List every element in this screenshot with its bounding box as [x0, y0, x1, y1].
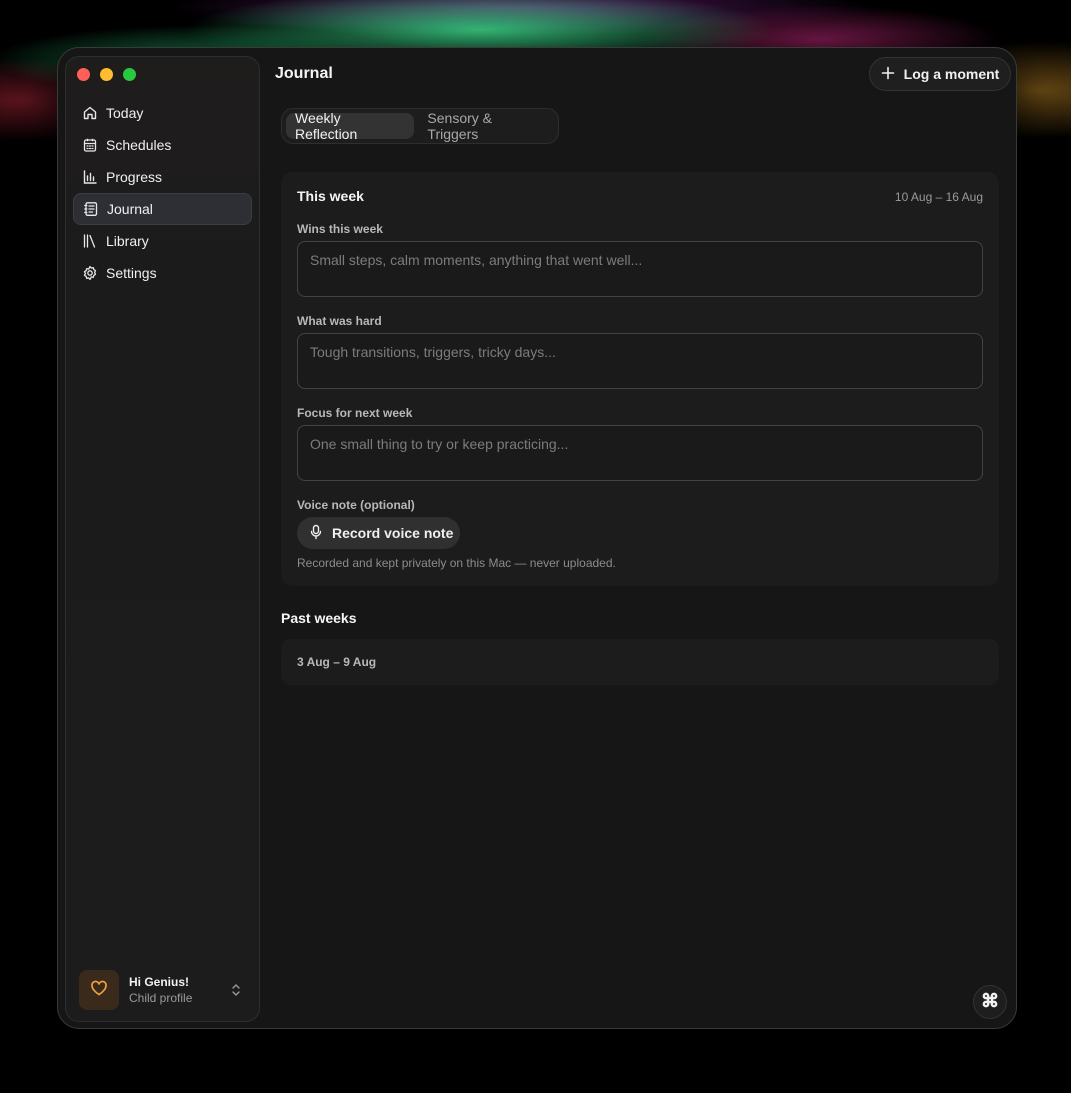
- profile-name: Hi Genius!: [129, 975, 190, 989]
- minimize-window-button[interactable]: [100, 68, 113, 81]
- sidebar-item-today[interactable]: Today: [73, 97, 252, 129]
- calendar-icon: [82, 137, 98, 153]
- heart-icon: [89, 978, 109, 1003]
- voice-privacy-note: Recorded and kept privately on this Mac …: [297, 556, 616, 570]
- hard-field[interactable]: [297, 333, 983, 389]
- tab-weekly-reflection[interactable]: Weekly Reflection: [286, 110, 415, 142]
- sidebar-item-journal[interactable]: Journal: [73, 193, 252, 225]
- wins-field[interactable]: [297, 241, 983, 297]
- profile-text: Hi Genius! Child profile: [129, 975, 192, 1005]
- record-voice-note-button[interactable]: Record voice note: [297, 517, 460, 549]
- sidebar-item-label: Progress: [106, 169, 163, 185]
- home-icon: [82, 105, 98, 121]
- profile-switcher[interactable]: Hi Genius! Child profile: [79, 969, 251, 1011]
- this-week-title: This week: [297, 188, 364, 204]
- wins-label: Wins this week: [297, 222, 383, 236]
- sidebar-item-progress[interactable]: Progress: [73, 161, 252, 193]
- page-title: Journal: [275, 65, 333, 82]
- past-week-item[interactable]: 3 Aug – 9 Aug: [281, 639, 999, 685]
- focus-field[interactable]: [297, 425, 983, 481]
- log-moment-label: Log a moment: [903, 66, 1000, 82]
- avatar: [79, 970, 119, 1010]
- sidebar-nav: Today Schedules Progress Journal Library…: [73, 97, 252, 289]
- tab-sensory-triggers[interactable]: Sensory & Triggers: [418, 110, 554, 142]
- sidebar-item-label: Schedules: [106, 137, 172, 153]
- hard-label: What was hard: [297, 314, 382, 328]
- sidebar-item-library[interactable]: Library: [73, 225, 252, 257]
- journal-icon: [83, 201, 99, 217]
- focus-label: Focus for next week: [297, 406, 413, 420]
- plus-icon: [881, 66, 904, 83]
- sidebar: Today Schedules Progress Journal Library…: [65, 56, 260, 1022]
- voice-note-label: Voice note (optional): [297, 498, 415, 512]
- profile-subtitle: Child profile: [129, 991, 193, 1005]
- library-icon: [82, 233, 98, 249]
- microphone-icon: [309, 524, 332, 543]
- close-window-button[interactable]: [77, 68, 90, 81]
- log-moment-button[interactable]: Log a moment: [869, 57, 1011, 91]
- sidebar-item-schedules[interactable]: Schedules: [73, 129, 252, 161]
- sidebar-item-settings[interactable]: Settings: [73, 257, 252, 289]
- sidebar-item-label: Journal: [107, 201, 153, 217]
- sidebar-item-label: Library: [106, 233, 149, 249]
- this-week-card: This week 10 Aug – 16 Aug Wins this week…: [281, 172, 999, 586]
- app-window: Today Schedules Progress Journal Library…: [57, 47, 1017, 1029]
- past-weeks-title: Past weeks: [281, 610, 357, 626]
- chevron-up-down-icon: [229, 981, 243, 999]
- zoom-window-button[interactable]: [123, 68, 136, 81]
- gear-icon: [82, 265, 98, 281]
- week-range: 10 Aug – 16 Aug: [894, 190, 983, 204]
- record-voice-note-label: Record voice note: [332, 525, 454, 541]
- command-icon: [981, 991, 999, 1014]
- sidebar-item-label: Today: [106, 105, 144, 121]
- command-menu-button[interactable]: [973, 985, 1007, 1019]
- journal-tabs: Weekly Reflection Sensory & Triggers: [281, 108, 559, 144]
- sidebar-item-label: Settings: [106, 265, 157, 281]
- bar-chart-icon: [82, 169, 98, 185]
